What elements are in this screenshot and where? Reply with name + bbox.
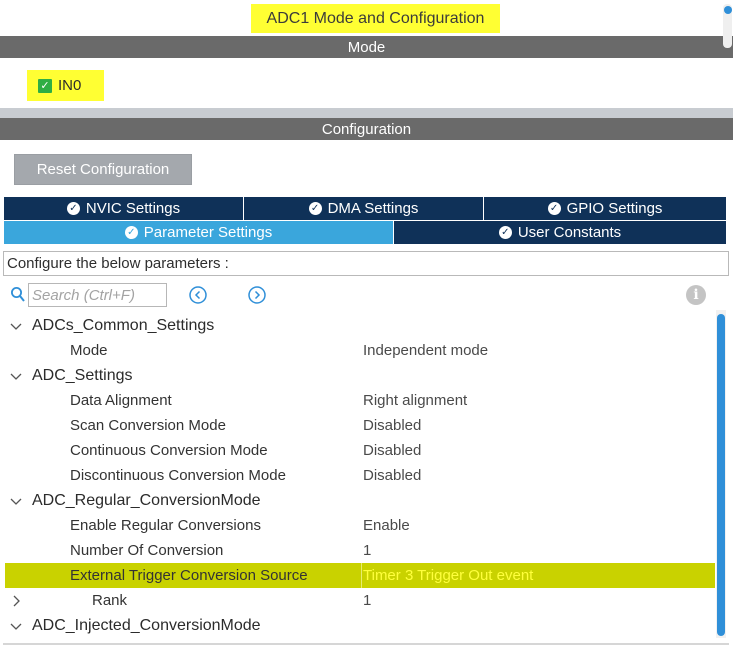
tree-param-data-alignment[interactable]: Data Alignment Right alignment	[0, 388, 716, 413]
param-value[interactable]: Enable	[363, 517, 410, 534]
param-label: Rank	[92, 592, 128, 609]
tree-subgroup-rank[interactable]: Rank 1	[0, 588, 716, 613]
mode-scrollbar-thumb[interactable]	[724, 6, 732, 14]
mode-panel: ✓ IN0	[0, 58, 733, 108]
mode-section-header: Mode	[0, 36, 733, 58]
tab-parameter-settings[interactable]: ✓ Parameter Settings	[4, 221, 394, 244]
param-label: Data Alignment	[70, 392, 172, 409]
param-label: Mode	[70, 342, 108, 359]
param-label: Discontinuous Conversion Mode	[70, 467, 286, 484]
tree-param-continuous-conversion-mode[interactable]: Continuous Conversion Mode Disabled	[0, 438, 716, 463]
tree-group-adcs-common-settings[interactable]: ADCs_Common_Settings	[0, 313, 716, 338]
reset-configuration-button[interactable]: Reset Configuration	[14, 154, 192, 185]
tree-param-external-trigger-conversion-source[interactable]: External Trigger Conversion Source Timer…	[5, 563, 715, 588]
param-value[interactable]: 1	[363, 542, 371, 559]
chevron-down-icon[interactable]	[8, 318, 24, 334]
info-icon[interactable]: i	[686, 285, 706, 305]
mode-item-in0[interactable]: ✓ IN0	[27, 70, 104, 101]
search-icon[interactable]	[10, 286, 26, 304]
param-value[interactable]: Disabled	[363, 467, 421, 484]
tab-label: Parameter Settings	[143, 224, 273, 241]
group-label: ADC_Settings	[32, 366, 133, 384]
search-input[interactable]	[28, 283, 167, 307]
param-value[interactable]: Disabled	[363, 442, 421, 459]
tree-param-enable-regular-conversions[interactable]: Enable Regular Conversions Enable	[0, 513, 716, 538]
tab-nvic-settings[interactable]: ✓ NVIC Settings	[4, 197, 244, 220]
column-divider	[361, 563, 362, 588]
parameters-header: Configure the below parameters :	[3, 251, 729, 276]
check-circle-icon: ✓	[308, 202, 322, 215]
tree-param-number-of-conversion[interactable]: Number Of Conversion 1	[0, 538, 716, 563]
tree-param-mode[interactable]: Mode Independent mode	[0, 338, 716, 363]
chevron-down-icon[interactable]	[8, 618, 24, 634]
group-label: ADCs_Common_Settings	[32, 316, 215, 334]
param-value[interactable]: 1	[363, 592, 371, 609]
tab-gpio-settings[interactable]: ✓ GPIO Settings	[484, 197, 726, 220]
chevron-down-icon[interactable]	[8, 368, 24, 384]
tab-label: NVIC Settings	[85, 200, 181, 217]
chevron-right-icon[interactable]	[8, 593, 24, 609]
tree-scrollbar-thumb[interactable]	[717, 314, 725, 636]
tab-label: User Constants	[517, 224, 622, 241]
arrow-right-circle-icon[interactable]	[247, 285, 267, 305]
tree-group-adc-settings[interactable]: ADC_Settings	[0, 363, 716, 388]
tree-group-adc-injected-conversionmode[interactable]: ADC_Injected_ConversionMode	[0, 613, 716, 638]
check-circle-icon: ✓	[124, 226, 138, 239]
group-label: ADC_Regular_ConversionMode	[32, 491, 261, 509]
tab-label: DMA Settings	[327, 200, 419, 217]
tree-param-scan-conversion-mode[interactable]: Scan Conversion Mode Disabled	[0, 413, 716, 438]
tab-user-constants[interactable]: ✓ User Constants	[394, 221, 726, 244]
tree-group-adc-regular-conversionmode[interactable]: ADC_Regular_ConversionMode	[0, 488, 716, 513]
group-label: ADC_Injected_ConversionMode	[32, 616, 261, 634]
chevron-down-icon[interactable]	[8, 493, 24, 509]
param-value[interactable]: Independent mode	[363, 342, 488, 359]
param-label: Number Of Conversion	[70, 542, 224, 559]
param-value[interactable]: Disabled	[363, 417, 421, 434]
tab-label: GPIO Settings	[566, 200, 663, 217]
param-label: Scan Conversion Mode	[70, 417, 226, 434]
checkbox-checked-icon[interactable]: ✓	[38, 78, 52, 93]
tab-dma-settings[interactable]: ✓ DMA Settings	[244, 197, 484, 220]
configuration-section-header: Configuration	[0, 118, 733, 140]
check-circle-icon: ✓	[66, 202, 80, 215]
tree-param-discontinuous-conversion-mode[interactable]: Discontinuous Conversion Mode Disabled	[0, 463, 716, 488]
check-circle-icon: ✓	[547, 202, 561, 215]
window-title: ADC1 Mode and Configuration	[251, 4, 500, 33]
param-value[interactable]: Timer 3 Trigger Out event	[363, 567, 533, 584]
check-circle-icon: ✓	[498, 226, 512, 239]
param-label: Continuous Conversion Mode	[70, 442, 268, 459]
param-label: Enable Regular Conversions	[70, 517, 261, 534]
section-divider	[0, 108, 733, 118]
mode-item-label: IN0	[58, 77, 82, 94]
arrow-left-circle-icon[interactable]	[188, 285, 208, 305]
param-value[interactable]: Right alignment	[363, 392, 467, 409]
param-label: External Trigger Conversion Source	[70, 567, 308, 584]
panel-bottom-border	[3, 643, 729, 645]
